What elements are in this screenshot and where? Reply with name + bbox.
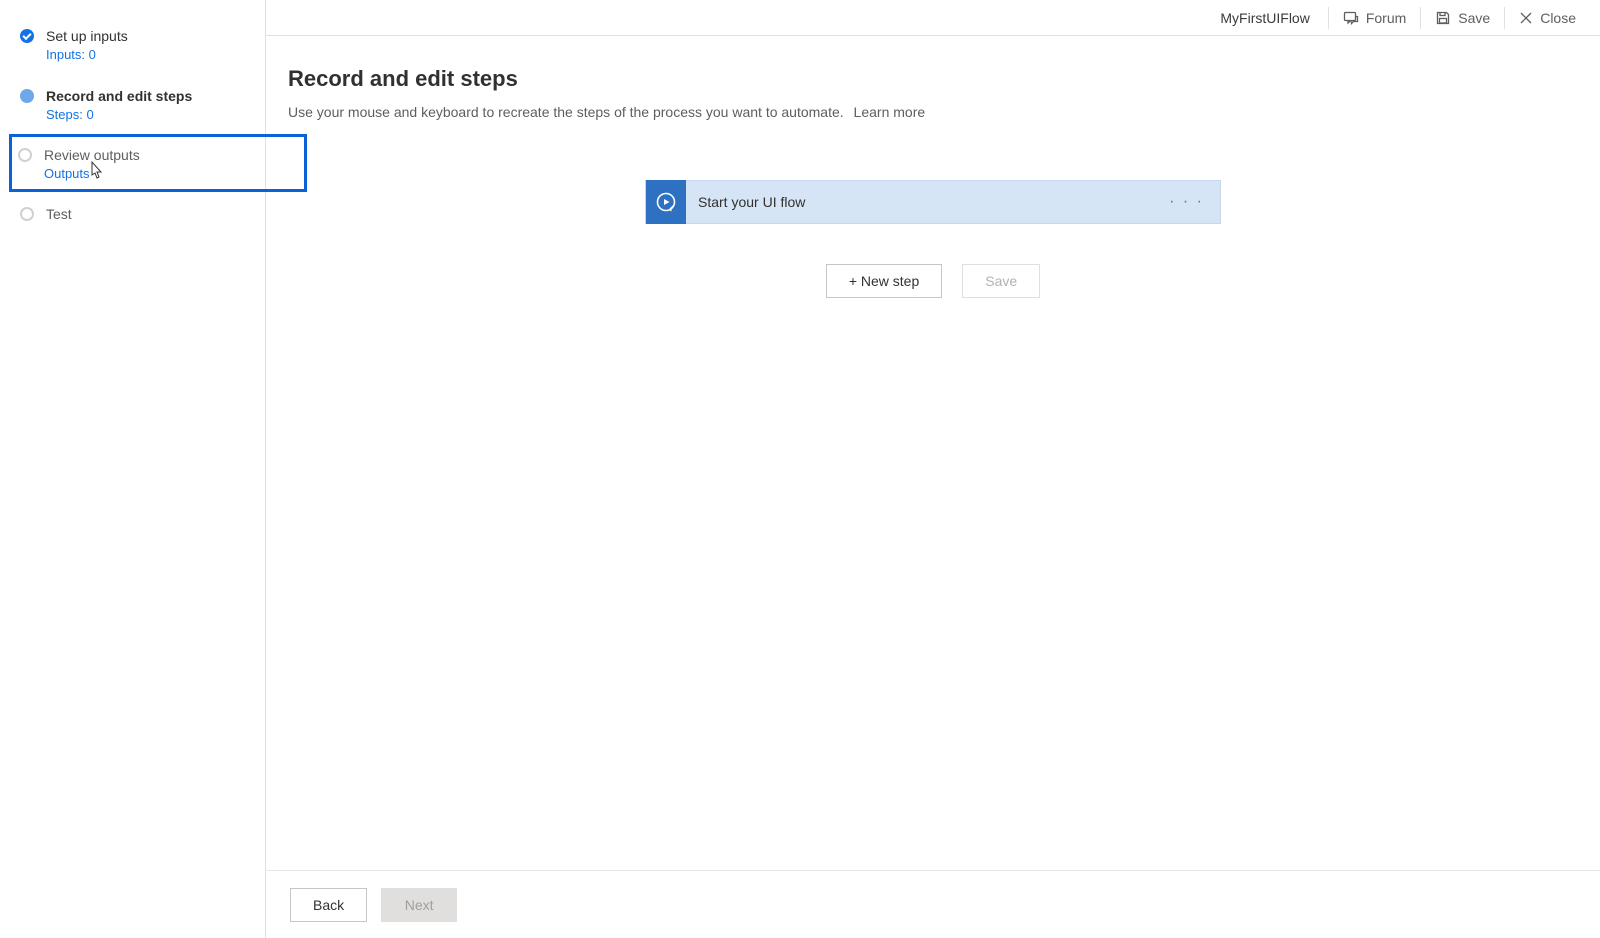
step-label: Test	[46, 204, 247, 224]
page-title: Record and edit steps	[288, 66, 1578, 92]
back-button[interactable]: Back	[290, 888, 367, 922]
flow-step-label: Start your UI flow	[686, 194, 1153, 210]
page-description-text: Use your mouse and keyboard to recreate …	[288, 104, 844, 120]
step-sublabel: Inputs: 0	[46, 47, 247, 62]
flow-name: MyFirstUIFlow	[1220, 10, 1327, 26]
close-label: Close	[1540, 10, 1576, 26]
next-button: Next	[381, 888, 457, 922]
step-label: Record and edit steps	[46, 86, 247, 106]
learn-more-link[interactable]: Learn more	[854, 104, 926, 120]
page-description: Use your mouse and keyboard to recreate …	[288, 104, 1578, 120]
sidebar-step-setup-inputs[interactable]: Set up inputs Inputs: 0	[18, 20, 247, 68]
header-save-label: Save	[1458, 10, 1490, 26]
forum-label: Forum	[1366, 10, 1406, 26]
step-bullet-pending-icon	[20, 207, 34, 221]
new-step-button[interactable]: + New step	[826, 264, 942, 298]
header-save-button[interactable]: Save	[1421, 0, 1504, 35]
sidebar-step-review-outputs[interactable]: Review outputs Outputs	[16, 145, 300, 181]
highlight-box: Review outputs Outputs	[9, 134, 307, 192]
step-sublabel: Steps: 0	[46, 107, 247, 122]
sidebar: Set up inputs Inputs: 0 Record and edit …	[0, 0, 266, 938]
step-label: Set up inputs	[46, 26, 247, 46]
header-bar: MyFirstUIFlow Forum Save Close	[266, 0, 1600, 36]
sidebar-step-record-edit[interactable]: Record and edit steps Steps: 0	[18, 80, 247, 128]
play-loop-icon	[655, 191, 677, 213]
step-bullet-done-icon	[20, 29, 34, 43]
save-button: Save	[962, 264, 1040, 298]
flow-step-icon	[646, 180, 686, 224]
forum-icon	[1343, 10, 1359, 26]
main-content: Record and edit steps Use your mouse and…	[266, 36, 1600, 938]
close-button[interactable]: Close	[1505, 0, 1590, 35]
actions-row: + New step Save	[645, 264, 1221, 298]
step-connector	[26, 44, 28, 82]
step-sublabel: Outputs	[44, 166, 300, 181]
step-bullet-active-icon	[20, 89, 34, 103]
flow-step-card[interactable]: Start your UI flow · · ·	[645, 180, 1221, 224]
forum-button[interactable]: Forum	[1329, 0, 1420, 35]
save-icon	[1435, 10, 1451, 26]
close-icon	[1519, 11, 1533, 25]
step-bullet-pending-icon	[18, 148, 32, 162]
flow-step-menu[interactable]: · · ·	[1153, 193, 1220, 211]
footer-bar: Back Next	[266, 870, 1600, 938]
step-connector	[24, 163, 26, 195]
step-label: Review outputs	[44, 145, 300, 165]
sidebar-step-test[interactable]: Test	[18, 198, 247, 230]
